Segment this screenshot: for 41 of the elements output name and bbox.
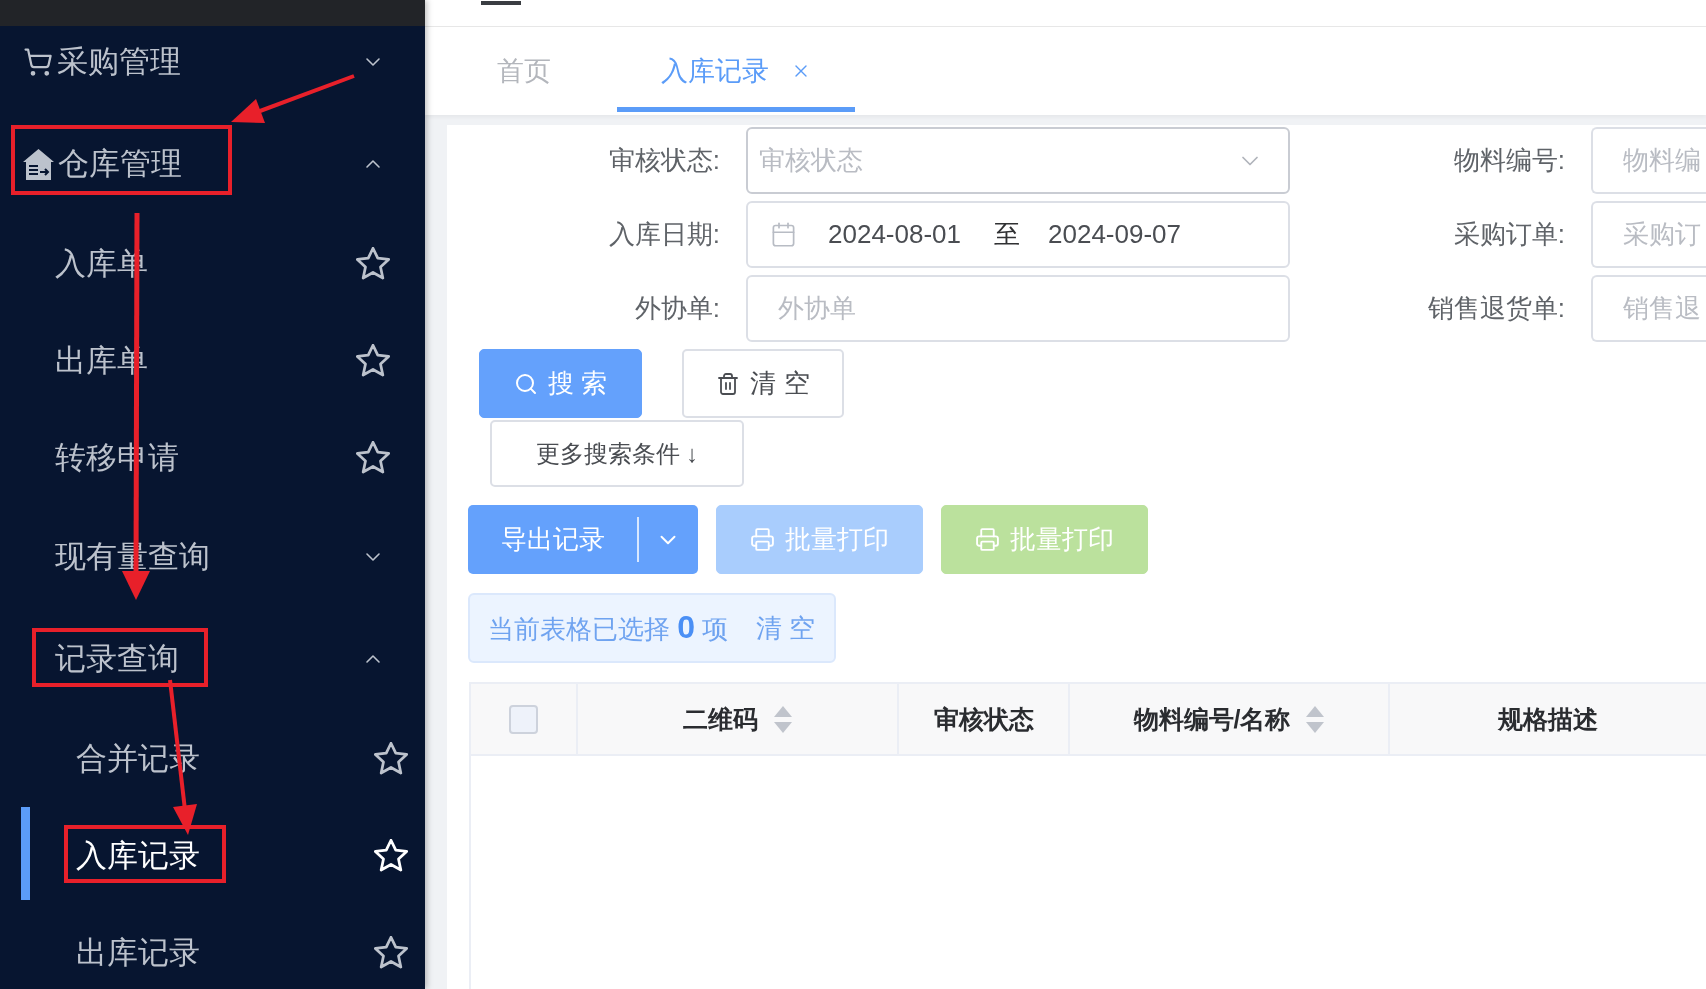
- field-label: 审核状态:: [607, 144, 721, 177]
- column-header: 二维码: [683, 703, 758, 735]
- star-icon[interactable]: [374, 742, 408, 775]
- field-label: 入库日期:: [607, 218, 721, 251]
- column-header: 物料编号/名称: [1133, 703, 1291, 735]
- column-header: 规格描述: [1498, 703, 1598, 735]
- menu-item[interactable]: 采购管理: [57, 41, 181, 83]
- field-label: 外协单:: [633, 292, 721, 325]
- header-cell[interactable]: 二维码: [578, 684, 899, 754]
- clear-button[interactable]: 清 空: [682, 349, 844, 418]
- more-filters-button[interactable]: 更多搜索条件 ↓: [490, 420, 744, 487]
- menu-item[interactable]: 入库记录: [76, 834, 200, 877]
- star-icon[interactable]: [356, 247, 390, 280]
- calendar-icon: [770, 221, 797, 248]
- checkbox[interactable]: [509, 704, 538, 734]
- trash-icon: [716, 371, 741, 396]
- end-date[interactable]: 2024-09-07: [1048, 219, 1181, 250]
- search-icon: [513, 371, 538, 396]
- selection-count-text: 当前表格已选择 0 项: [488, 609, 729, 647]
- start-date[interactable]: 2024-08-01: [828, 219, 961, 250]
- star-icon[interactable]: [374, 936, 408, 969]
- menu-icon[interactable]: [481, 0, 521, 6]
- text-input[interactable]: 销售退: [1591, 275, 1706, 342]
- printer-icon: [750, 527, 775, 552]
- field-label: 销售退货单:: [1426, 292, 1566, 325]
- range-separator: 至: [994, 218, 1020, 251]
- star-icon[interactable]: [356, 344, 390, 377]
- header-cell[interactable]: 物料编号/名称: [1070, 684, 1390, 754]
- star-icon[interactable]: [356, 441, 390, 474]
- menu-item[interactable]: 记录查询: [55, 638, 179, 680]
- column-header: 审核状态: [933, 703, 1034, 735]
- text-input[interactable]: 物料编: [1591, 127, 1706, 194]
- field-label: 物料编号:: [1452, 144, 1566, 177]
- menu-item[interactable]: 仓库管理: [58, 143, 182, 185]
- warehouse-icon: [23, 148, 54, 180]
- menu-item[interactable]: 出库记录: [76, 931, 200, 974]
- text-input[interactable]: 采购订: [1591, 201, 1706, 268]
- cart-icon: [23, 47, 53, 77]
- text-input[interactable]: 外协单: [746, 275, 1290, 342]
- field-label: 采购订单:: [1452, 218, 1566, 251]
- printer-icon: [975, 527, 1000, 552]
